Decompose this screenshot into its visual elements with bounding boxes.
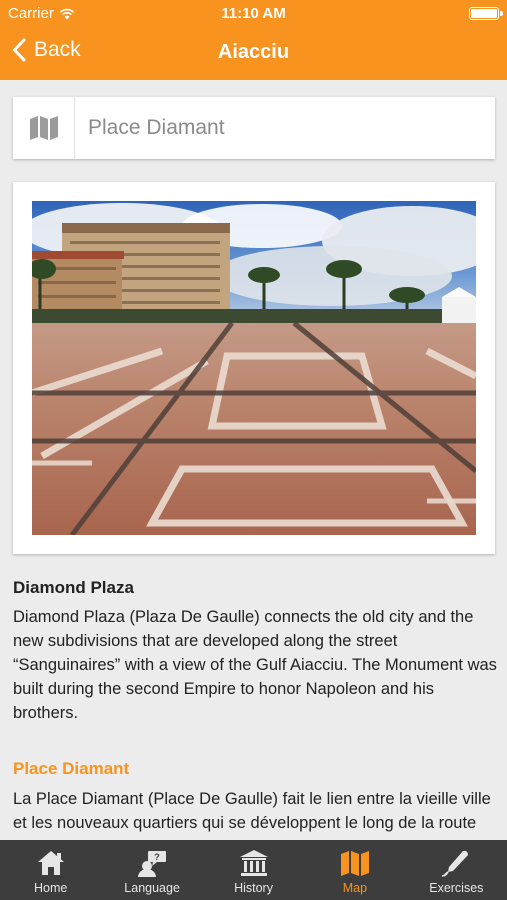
article-title-local: Place Diamant [13, 759, 130, 778]
home-icon [37, 851, 64, 875]
article-title-english: Diamond Plaza [13, 578, 134, 597]
map-icon [340, 851, 369, 876]
place-name: Place Diamant [88, 116, 225, 139]
battery-icon [469, 7, 503, 20]
place-card[interactable]: Place Diamant [13, 97, 495, 159]
tab-history-label: History [234, 881, 273, 895]
svg-text:?: ? [154, 852, 160, 862]
tab-exercises[interactable]: Exercises [406, 840, 507, 900]
navigation-bar: Back Aiacciu [0, 28, 507, 80]
article-body-local: La Place Diamant (Place De Gaulle) fait … [13, 790, 491, 840]
tab-bar: Home ? Language History Map Exercises [0, 840, 507, 900]
top-bar: Carrier 11:10 AM Back Aiacciu [0, 0, 507, 80]
tab-language[interactable]: ? Language [101, 840, 202, 900]
tab-map-label: Map [342, 881, 368, 895]
status-bar: Carrier 11:10 AM [0, 0, 507, 28]
page-title: Aiacciu [217, 41, 290, 63]
article: Diamond Plaza Diamond Plaza (Plaza De Ga… [13, 578, 498, 840]
photo-card [13, 182, 495, 554]
tab-map[interactable]: Map [304, 840, 405, 900]
tab-home[interactable]: Home [0, 840, 101, 900]
tab-history[interactable]: History [203, 840, 304, 900]
article-body-english: Diamond Plaza (Plaza De Gaulle) connects… [13, 608, 497, 722]
language-icon: ? [138, 851, 167, 877]
map-icon [29, 116, 58, 140]
place-map-button[interactable] [13, 97, 75, 159]
history-icon [239, 850, 268, 876]
status-time: 11:10 AM [221, 5, 286, 22]
tab-language-label: Language [124, 881, 180, 895]
exercises-icon [442, 850, 469, 877]
tab-home-label: Home [34, 881, 68, 895]
tab-exercises-label: Exercises [429, 881, 484, 895]
place-photo[interactable] [32, 201, 476, 535]
content-scroll[interactable]: Place Diamant Diamond Plaza Diamond Plaz… [0, 80, 507, 840]
